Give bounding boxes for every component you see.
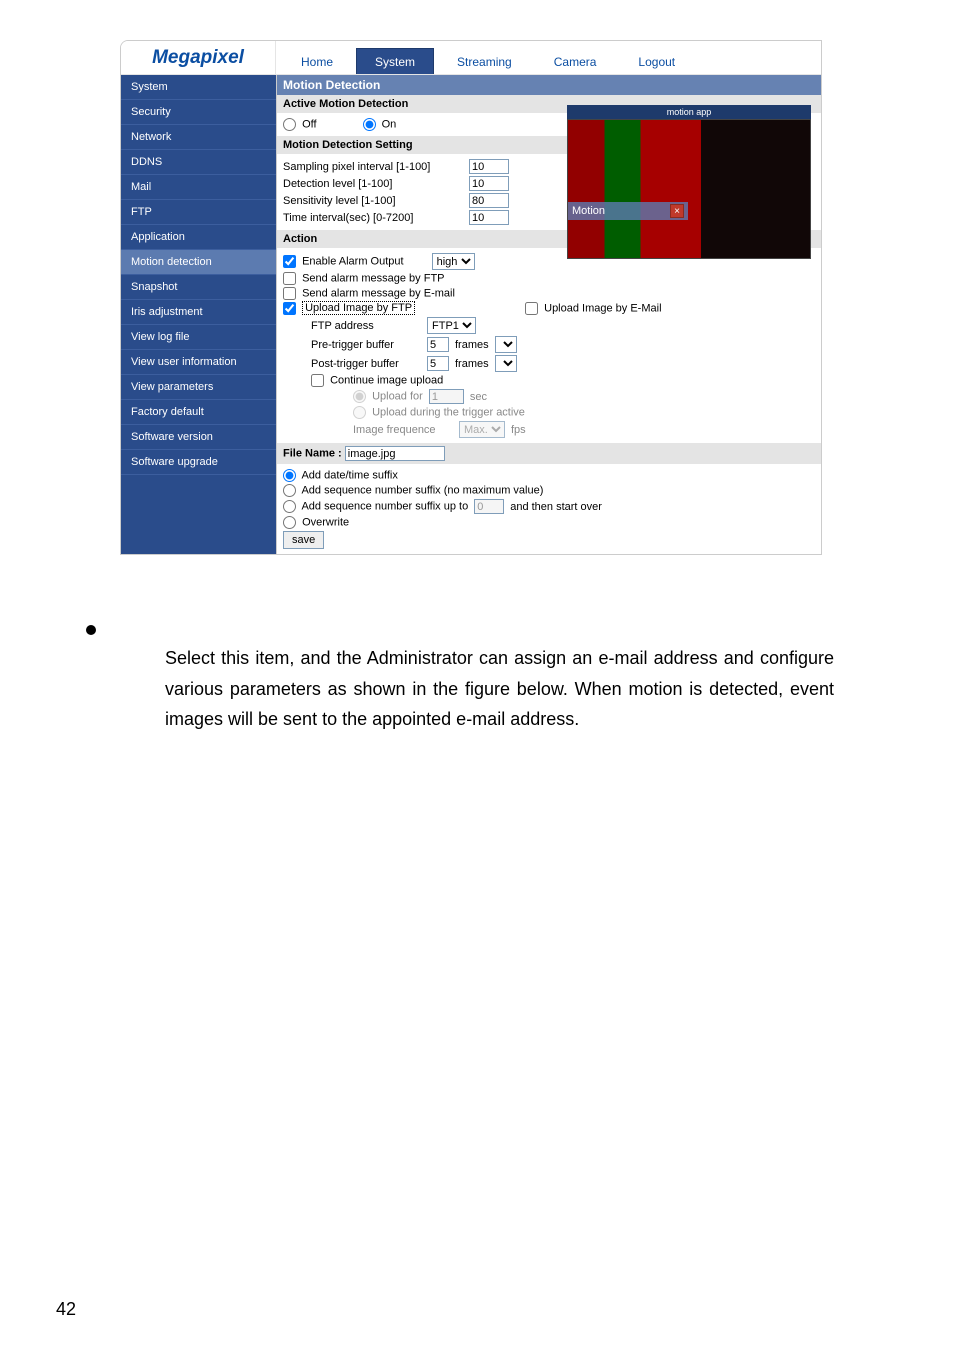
tab-system[interactable]: System (356, 48, 434, 74)
radio-off[interactable]: Off (283, 118, 317, 131)
motion-window-label: Motion (572, 205, 605, 217)
save-button[interactable]: save (283, 531, 324, 549)
sidebar-item-ddns[interactable]: DDNS (121, 150, 276, 175)
sidebar-item-view-user-info[interactable]: View user information (121, 350, 276, 375)
ftp-address-select[interactable]: FTP1 (427, 317, 476, 334)
detection-label: Detection level [1-100] (283, 178, 463, 190)
sampling-input[interactable] (469, 159, 509, 174)
ftp-address-label: FTP address (311, 320, 421, 332)
send-email-checkbox[interactable]: Send alarm message by E-mail (283, 287, 455, 300)
seq-upto-input (474, 499, 504, 514)
alarm-level-select[interactable]: high (432, 253, 475, 270)
tab-logout[interactable]: Logout (619, 48, 694, 74)
tab-home[interactable]: Home (282, 48, 352, 74)
paragraph: Select this item, and the Administrator … (165, 643, 834, 735)
preview-image: Motion × (567, 119, 811, 259)
image-freq-fps: fps (511, 424, 526, 436)
page-number: 42 (56, 1299, 76, 1320)
pretrig-select[interactable] (495, 336, 517, 353)
tab-camera[interactable]: Camera (535, 48, 616, 74)
sensitivity-label: Sensitivity level [1-100] (283, 195, 463, 207)
sidebar-item-software-upgrade[interactable]: Software upgrade (121, 450, 276, 475)
sidebar-item-view-parameters[interactable]: View parameters (121, 375, 276, 400)
sidebar-item-view-log-file[interactable]: View log file (121, 325, 276, 350)
timeint-input[interactable] (469, 210, 509, 225)
sidebar-item-network[interactable]: Network (121, 125, 276, 150)
sidebar-item-security[interactable]: Security (121, 100, 276, 125)
tab-streaming[interactable]: Streaming (438, 48, 531, 74)
timeint-label: Time interval(sec) [0-7200] (283, 212, 463, 224)
file-name-row: File Name : (277, 443, 821, 464)
sidebar-item-snapshot[interactable]: Snapshot (121, 275, 276, 300)
motion-window-titlebar[interactable]: Motion × (568, 202, 688, 220)
header-row: Megapixel Home System Streaming Camera L… (121, 41, 821, 75)
sidebar-item-mail[interactable]: Mail (121, 175, 276, 200)
sampling-label: Sampling pixel interval [1-100] (283, 161, 463, 173)
send-ftp-checkbox[interactable]: Send alarm message by FTP (283, 272, 445, 285)
posttrig-frames: frames (455, 358, 489, 370)
upload-email-checkbox[interactable]: Upload Image by E-Mail (525, 302, 661, 315)
suffix-datetime-radio[interactable]: Add date/time suffix (283, 469, 398, 482)
sidebar-item-motion-detection[interactable]: Motion detection (121, 250, 276, 275)
upload-during-radio: Upload during the trigger active (353, 406, 525, 419)
image-freq-select: Max. (459, 421, 505, 438)
sidebar-item-ftp[interactable]: FTP (121, 200, 276, 225)
posttrig-select[interactable] (495, 355, 517, 372)
posttrig-input[interactable] (427, 356, 449, 371)
image-freq-label: Image frequence (353, 424, 453, 436)
sensitivity-input[interactable] (469, 193, 509, 208)
suffix-seq-nomax-radio[interactable]: Add sequence number suffix (no maximum v… (283, 484, 543, 497)
overwrite-radio[interactable]: Overwrite (283, 516, 349, 529)
panel-title: Motion Detection (277, 75, 821, 95)
preview-panel: motion app Motion × (567, 105, 811, 259)
file-name-input[interactable] (345, 446, 445, 461)
upload-ftp-checkbox[interactable]: Upload Image by FTP (283, 302, 415, 315)
sidebar-item-software-version[interactable]: Software version (121, 425, 276, 450)
pretrig-label: Pre-trigger buffer (311, 339, 421, 351)
radio-on[interactable]: On (363, 118, 397, 131)
close-icon[interactable]: × (670, 204, 684, 218)
and-then-label: and then start over (510, 501, 602, 513)
sidebar-item-system[interactable]: System (121, 75, 276, 100)
tabs: Home System Streaming Camera Logout (276, 41, 696, 74)
app-window: Megapixel Home System Streaming Camera L… (120, 40, 822, 555)
preview-caption: motion app (567, 105, 811, 119)
sidebar: System Security Network DDNS Mail FTP Ap… (121, 75, 276, 554)
enable-alarm-checkbox[interactable]: Enable Alarm Output (283, 255, 404, 268)
continue-upload-checkbox[interactable]: Continue image upload (311, 374, 443, 387)
pretrig-frames: frames (455, 339, 489, 351)
pretrig-input[interactable] (427, 337, 449, 352)
upload-for-radio: Upload for (353, 390, 423, 403)
sidebar-item-factory-default[interactable]: Factory default (121, 400, 276, 425)
body: System Security Network DDNS Mail FTP Ap… (121, 75, 821, 554)
upload-for-input (429, 389, 464, 404)
main-panel: motion app Motion × Motion Detection Act… (276, 75, 821, 554)
logo: Megapixel (121, 41, 276, 74)
detection-input[interactable] (469, 176, 509, 191)
sidebar-item-application[interactable]: Application (121, 225, 276, 250)
sidebar-item-iris-adjustment[interactable]: Iris adjustment (121, 300, 276, 325)
file-name-label: File Name : (283, 448, 342, 460)
bullet-icon (86, 625, 96, 635)
suffix-seq-upto-radio[interactable]: Add sequence number suffix up to (283, 500, 468, 513)
upload-for-sec: sec (470, 391, 487, 403)
posttrig-label: Post-trigger buffer (311, 358, 421, 370)
